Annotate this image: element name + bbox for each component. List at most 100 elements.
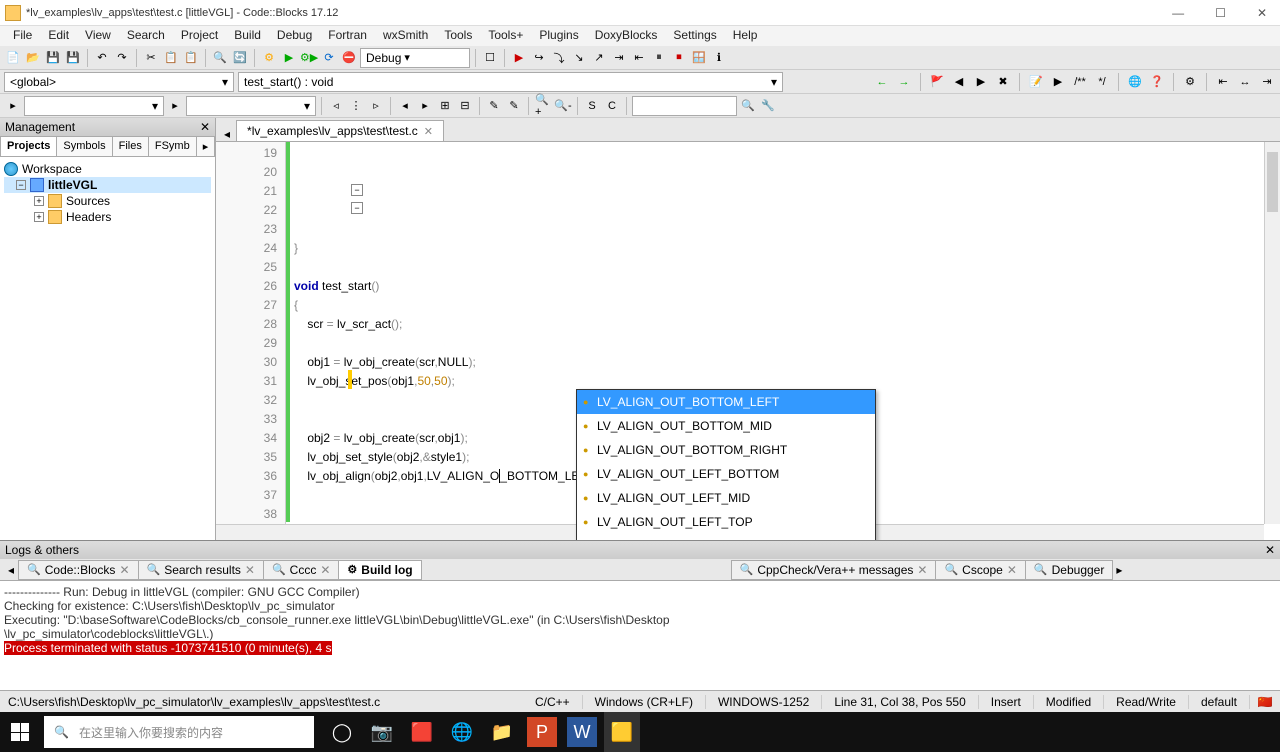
- project-tree[interactable]: Workspace − littleVGL + Sources + Header…: [0, 157, 215, 540]
- replace-icon[interactable]: 🔄: [231, 49, 249, 67]
- tb3-icon[interactable]: ▸: [4, 97, 22, 115]
- logtab-cccc[interactable]: 🔍Cccc✕: [263, 560, 339, 580]
- tree-sources[interactable]: + Sources: [4, 193, 211, 209]
- run-to-cursor-icon[interactable]: ↪: [530, 49, 548, 67]
- codeblocks-icon[interactable]: 🟨: [604, 712, 640, 752]
- autocomplete-item[interactable]: LV_ALIGN_OUT_RIGHT_BOTTOM: [577, 534, 875, 540]
- build-run-icon[interactable]: ⚙▶: [300, 49, 318, 67]
- autocomplete-item[interactable]: LV_ALIGN_OUT_LEFT_MID: [577, 486, 875, 510]
- stop-icon[interactable]: ⏹: [670, 49, 688, 67]
- tb3-combo1[interactable]: ▾: [24, 96, 164, 116]
- redo-icon[interactable]: ↷: [113, 49, 131, 67]
- tb3-icon[interactable]: ✎: [505, 97, 523, 115]
- autocomplete-item[interactable]: LV_ALIGN_OUT_LEFT_TOP: [577, 510, 875, 534]
- fold-icon[interactable]: −: [351, 202, 363, 214]
- menu-project[interactable]: Project: [173, 26, 226, 46]
- tb3-search[interactable]: [632, 96, 737, 116]
- edge-icon[interactable]: 🌐: [444, 712, 480, 752]
- scope-combo[interactable]: <global>▾: [4, 72, 234, 92]
- step-into-icon[interactable]: ↘: [570, 49, 588, 67]
- bookmark-prev-icon[interactable]: ◀: [950, 73, 968, 91]
- camera-icon[interactable]: 📷: [364, 712, 400, 752]
- search-go-icon[interactable]: 🔍: [739, 97, 757, 115]
- taskbar-search[interactable]: 🔍 在这里输入你要搜索的内容: [44, 716, 314, 748]
- doxy-run-icon[interactable]: ▶: [1049, 73, 1067, 91]
- bookmark-clear-icon[interactable]: ✖: [994, 73, 1012, 91]
- expand-icon[interactable]: +: [34, 212, 44, 222]
- menu-help[interactable]: Help: [725, 26, 766, 46]
- vertical-scrollbar[interactable]: [1264, 142, 1280, 524]
- tab-symbols[interactable]: Symbols: [56, 136, 112, 156]
- new-file-icon[interactable]: 📄: [4, 49, 22, 67]
- tree-workspace[interactable]: Workspace: [4, 161, 211, 177]
- autocomplete-item[interactable]: LV_ALIGN_OUT_BOTTOM_RIGHT: [577, 438, 875, 462]
- autocomplete-item[interactable]: LV_ALIGN_OUT_LEFT_BOTTOM: [577, 462, 875, 486]
- tb3-icon[interactable]: ⊟: [456, 97, 474, 115]
- bookmark-toggle-icon[interactable]: 🚩: [928, 73, 946, 91]
- menu-fortran[interactable]: Fortran: [320, 26, 375, 46]
- rebuild-icon[interactable]: ⟳: [320, 49, 338, 67]
- autocomplete-item[interactable]: LV_ALIGN_OUT_BOTTOM_LEFT: [577, 390, 875, 414]
- tb3-s-icon[interactable]: S: [583, 97, 601, 115]
- zoom-out-icon[interactable]: 🔍-: [554, 97, 572, 115]
- logtab-debugger[interactable]: 🔍Debugger: [1025, 560, 1113, 580]
- doxy-line-icon[interactable]: */: [1093, 73, 1111, 91]
- tab-files[interactable]: Files: [112, 136, 149, 156]
- start-button[interactable]: [0, 712, 40, 752]
- menu-wxsmith[interactable]: wxSmith: [375, 26, 436, 46]
- function-combo[interactable]: test_start() : void▾: [238, 72, 783, 92]
- tab-fsymb[interactable]: FSymb: [148, 136, 197, 156]
- save-icon[interactable]: 💾: [44, 49, 62, 67]
- copy-icon[interactable]: 📋: [162, 49, 180, 67]
- tb3-icon[interactable]: ⋮: [347, 97, 365, 115]
- fold-icon[interactable]: −: [351, 184, 363, 196]
- close-logs-icon[interactable]: ✕: [1265, 543, 1275, 557]
- close-panel-icon[interactable]: ✕: [200, 120, 210, 134]
- menu-tools[interactable]: Tools: [436, 26, 480, 46]
- debug-windows-icon[interactable]: 🪟: [690, 49, 708, 67]
- maximize-button[interactable]: ☐: [1207, 4, 1234, 22]
- doxy-config-icon[interactable]: ⚙: [1181, 73, 1199, 91]
- close-button[interactable]: ✕: [1249, 4, 1275, 22]
- doxy-icon[interactable]: 📝: [1027, 73, 1045, 91]
- menu-file[interactable]: File: [5, 26, 40, 46]
- app-icon[interactable]: 🟥: [404, 712, 440, 752]
- jump-back-icon[interactable]: ←: [873, 73, 891, 91]
- menu-debug[interactable]: Debug: [269, 26, 320, 46]
- explorer-icon[interactable]: 📁: [484, 712, 520, 752]
- menu-doxyblocks[interactable]: DoxyBlocks: [587, 26, 666, 46]
- info-icon[interactable]: ℹ: [710, 49, 728, 67]
- menu-view[interactable]: View: [77, 26, 119, 46]
- nav-back-icon[interactable]: ⇤: [1214, 73, 1232, 91]
- logtab-buildlog[interactable]: ⚙Build log: [338, 560, 421, 580]
- doxy-chm-icon[interactable]: ❓: [1148, 73, 1166, 91]
- find-icon[interactable]: 🔍: [211, 49, 229, 67]
- taskview-icon[interactable]: ◯: [324, 712, 360, 752]
- abort-icon[interactable]: ⛔: [340, 49, 358, 67]
- powerpoint-icon[interactable]: P: [527, 717, 557, 747]
- word-icon[interactable]: W: [567, 717, 597, 747]
- close-tab-icon[interactable]: ✕: [424, 125, 433, 138]
- minimize-button[interactable]: —: [1164, 4, 1192, 22]
- build-target-combo[interactable]: Debug ▾: [360, 48, 470, 68]
- show-select-target-icon[interactable]: ☐: [481, 49, 499, 67]
- step-out-icon[interactable]: ↗: [590, 49, 608, 67]
- save-all-icon[interactable]: 💾: [64, 49, 82, 67]
- menu-search[interactable]: Search: [119, 26, 173, 46]
- build-icon[interactable]: ⚙: [260, 49, 278, 67]
- zoom-in-icon[interactable]: 🔍+: [534, 97, 552, 115]
- logtab-nav-right-icon[interactable]: ▸: [1112, 563, 1126, 577]
- tree-headers[interactable]: + Headers: [4, 209, 211, 225]
- tab-more[interactable]: ▸: [196, 136, 216, 156]
- logtab-codeblocks[interactable]: 🔍Code::Blocks✕: [18, 560, 138, 580]
- menu-toolsplus[interactable]: Tools+: [480, 26, 531, 46]
- menu-settings[interactable]: Settings: [665, 26, 724, 46]
- undo-icon[interactable]: ↶: [93, 49, 111, 67]
- tb3-icon[interactable]: ▸: [166, 97, 184, 115]
- tb3-icon[interactable]: ▸: [416, 97, 434, 115]
- nav-fwd-icon[interactable]: ⇥: [1258, 73, 1276, 91]
- doxy-html-icon[interactable]: 🌐: [1126, 73, 1144, 91]
- logtab-search[interactable]: 🔍Search results✕: [138, 560, 264, 580]
- tb3-icon[interactable]: ◃: [327, 97, 345, 115]
- doxy-block-icon[interactable]: /**: [1071, 73, 1089, 91]
